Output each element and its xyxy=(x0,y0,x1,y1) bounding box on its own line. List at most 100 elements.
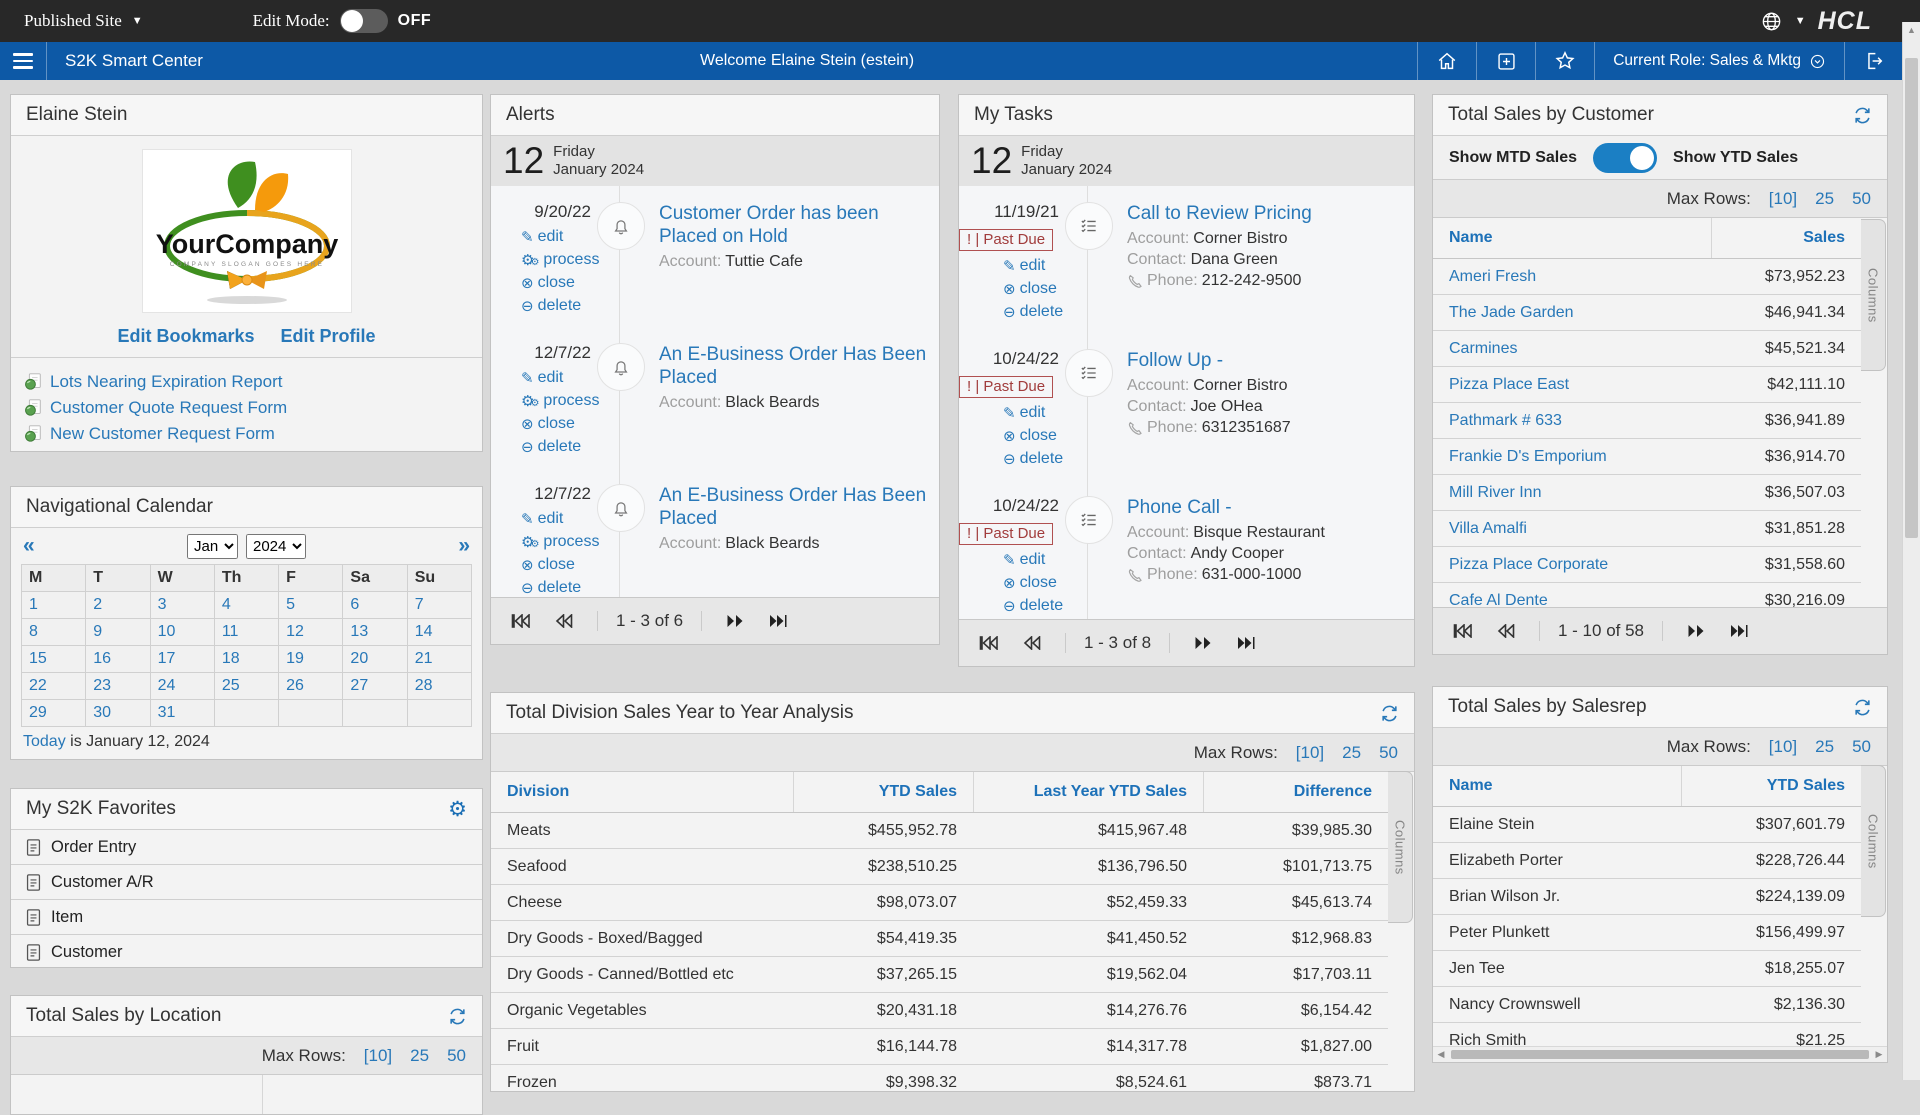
calendar-date-cell[interactable]: 9 xyxy=(86,619,150,646)
calendar-date-link[interactable]: 16 xyxy=(93,650,111,668)
calendar-date-cell[interactable]: 31 xyxy=(151,700,215,727)
bookmark-item[interactable]: Customer Quote Request Form xyxy=(23,398,482,418)
first-page-icon[interactable] xyxy=(979,636,999,650)
max-rows-25[interactable]: 25 xyxy=(410,1046,429,1066)
bookmark-item[interactable]: Lots Nearing Expiration Report xyxy=(23,372,482,392)
calendar-date-link[interactable]: 18 xyxy=(222,650,240,668)
alert-title-link[interactable]: An E-Business Order Has Been Placed xyxy=(659,343,931,389)
calendar-date-cell[interactable]: 28 xyxy=(408,673,472,700)
max-rows-50[interactable]: 50 xyxy=(1852,189,1871,209)
edit-profile-link[interactable]: Edit Profile xyxy=(281,326,376,347)
published-site-menu[interactable]: Published Site ▼ xyxy=(24,11,143,31)
calendar-prev-button[interactable]: « xyxy=(23,534,35,558)
process-link[interactable]: ⚙⚙process xyxy=(521,533,591,551)
delete-link[interactable]: ⊖delete xyxy=(521,438,591,456)
calendar-date-cell[interactable]: 6 xyxy=(343,592,407,619)
year-select[interactable]: 2024 xyxy=(246,534,306,559)
edit-bookmarks-link[interactable]: Edit Bookmarks xyxy=(117,326,254,347)
calendar-date-cell[interactable]: 2 xyxy=(86,592,150,619)
calendar-date-link[interactable]: 7 xyxy=(415,596,424,614)
task-title-link[interactable]: Follow Up - xyxy=(1127,349,1406,372)
calendar-date-cell[interactable]: 24 xyxy=(151,673,215,700)
language-caret-icon[interactable]: ▼ xyxy=(1795,15,1806,27)
max-rows-10[interactable]: [10] xyxy=(1296,743,1324,763)
edit-link[interactable]: ✎edit xyxy=(1003,551,1059,569)
scrollbar-thumb[interactable] xyxy=(1451,1050,1869,1059)
customer-name-link[interactable]: Pizza Place East xyxy=(1449,376,1569,393)
calendar-date-cell[interactable]: 5 xyxy=(279,592,343,619)
calendar-date-cell[interactable]: 17 xyxy=(151,646,215,673)
menu-icon[interactable] xyxy=(0,42,46,80)
scrollbar-thumb[interactable] xyxy=(1905,58,1918,538)
calendar-date-cell[interactable]: 30 xyxy=(86,700,150,727)
calendar-date-cell[interactable]: 11 xyxy=(215,619,279,646)
columns-tab[interactable]: Columns xyxy=(1861,765,1886,917)
calendar-date-link[interactable]: 9 xyxy=(93,623,102,641)
delete-link[interactable]: ⊖delete xyxy=(1003,303,1059,321)
calendar-date-link[interactable]: 8 xyxy=(29,623,38,641)
scroll-up-arrow-icon[interactable]: ▲ xyxy=(1903,22,1920,38)
delete-link[interactable]: ⊖delete xyxy=(521,297,591,315)
customer-name-link[interactable]: Frankie D's Emporium xyxy=(1449,448,1607,465)
calendar-date-cell[interactable]: 4 xyxy=(215,592,279,619)
column-header-last-ytd[interactable]: Last Year YTD Sales xyxy=(973,772,1203,812)
calendar-date-link[interactable]: 12 xyxy=(286,623,304,641)
calendar-date-cell[interactable]: 10 xyxy=(151,619,215,646)
horizontal-scrollbar[interactable]: ◀ ▶ xyxy=(1433,1046,1887,1062)
calendar-date-link[interactable]: 17 xyxy=(158,650,176,668)
close-link[interactable]: ⊗close xyxy=(521,415,591,433)
calendar-date-link[interactable]: 4 xyxy=(222,596,231,614)
calendar-date-cell[interactable]: 22 xyxy=(22,673,86,700)
refresh-icon[interactable] xyxy=(1853,106,1872,125)
customer-name-link[interactable]: Mill River Inn xyxy=(1449,484,1541,501)
calendar-date-cell[interactable] xyxy=(279,700,343,727)
calendar-date-link[interactable]: 24 xyxy=(158,677,176,695)
first-page-icon[interactable] xyxy=(1453,624,1473,638)
close-link[interactable]: ⊗close xyxy=(1003,280,1059,298)
calendar-date-cell[interactable]: 23 xyxy=(86,673,150,700)
edit-link[interactable]: ✎edit xyxy=(521,228,591,246)
calendar-date-link[interactable]: 5 xyxy=(286,596,295,614)
max-rows-50[interactable]: 50 xyxy=(1852,737,1871,757)
refresh-icon[interactable] xyxy=(1380,704,1399,723)
bookmark-link[interactable]: New Customer Request Form xyxy=(50,424,275,444)
task-title-link[interactable]: Call to Review Pricing xyxy=(1127,202,1406,225)
favorite-item[interactable]: Item xyxy=(11,900,482,935)
last-page-icon[interactable] xyxy=(1236,636,1256,650)
favorite-item[interactable]: Customer xyxy=(11,935,482,968)
calendar-date-link[interactable]: 15 xyxy=(29,650,47,668)
vertical-scrollbar[interactable]: ▲ xyxy=(1902,22,1920,1080)
edit-link[interactable]: ✎edit xyxy=(521,510,591,528)
calendar-date-link[interactable]: 23 xyxy=(93,677,111,695)
scroll-right-arrow-icon[interactable]: ▶ xyxy=(1871,1049,1887,1060)
calendar-date-cell[interactable]: 3 xyxy=(151,592,215,619)
current-role-menu[interactable]: Current Role: Sales & Mktg xyxy=(1595,42,1844,80)
calendar-date-cell[interactable]: 13 xyxy=(343,619,407,646)
column-header-sales[interactable]: Sales xyxy=(1711,218,1861,258)
calendar-date-cell[interactable]: 29 xyxy=(22,700,86,727)
edit-link[interactable]: ✎edit xyxy=(521,369,591,387)
calendar-date-cell[interactable]: 26 xyxy=(279,673,343,700)
calendar-date-link[interactable]: 14 xyxy=(415,623,433,641)
max-rows-10[interactable]: [10] xyxy=(1769,737,1797,757)
column-header-name[interactable]: Name xyxy=(1433,229,1711,247)
max-rows-10[interactable]: [10] xyxy=(1769,189,1797,209)
calendar-date-cell[interactable]: 18 xyxy=(215,646,279,673)
calendar-date-link[interactable]: 27 xyxy=(350,677,368,695)
bookmark-item[interactable]: New Customer Request Form xyxy=(23,424,482,444)
calendar-date-cell[interactable]: 15 xyxy=(22,646,86,673)
customer-name-link[interactable]: Cafe Al Dente xyxy=(1449,592,1548,609)
max-rows-25[interactable]: 25 xyxy=(1342,743,1361,763)
next-page-icon[interactable] xyxy=(726,614,744,628)
add-widget-icon[interactable] xyxy=(1477,42,1535,80)
calendar-date-link[interactable]: 19 xyxy=(286,650,304,668)
calendar-date-cell[interactable] xyxy=(343,700,407,727)
edit-mode-toggle[interactable] xyxy=(340,9,388,33)
process-link[interactable]: ⚙⚙process xyxy=(521,251,591,269)
home-icon[interactable] xyxy=(1418,42,1476,80)
last-page-icon[interactable] xyxy=(768,614,788,628)
calendar-date-link[interactable]: 25 xyxy=(222,677,240,695)
column-header-difference[interactable]: Difference xyxy=(1203,772,1388,812)
max-rows-25[interactable]: 25 xyxy=(1815,189,1834,209)
refresh-icon[interactable] xyxy=(1853,698,1872,717)
